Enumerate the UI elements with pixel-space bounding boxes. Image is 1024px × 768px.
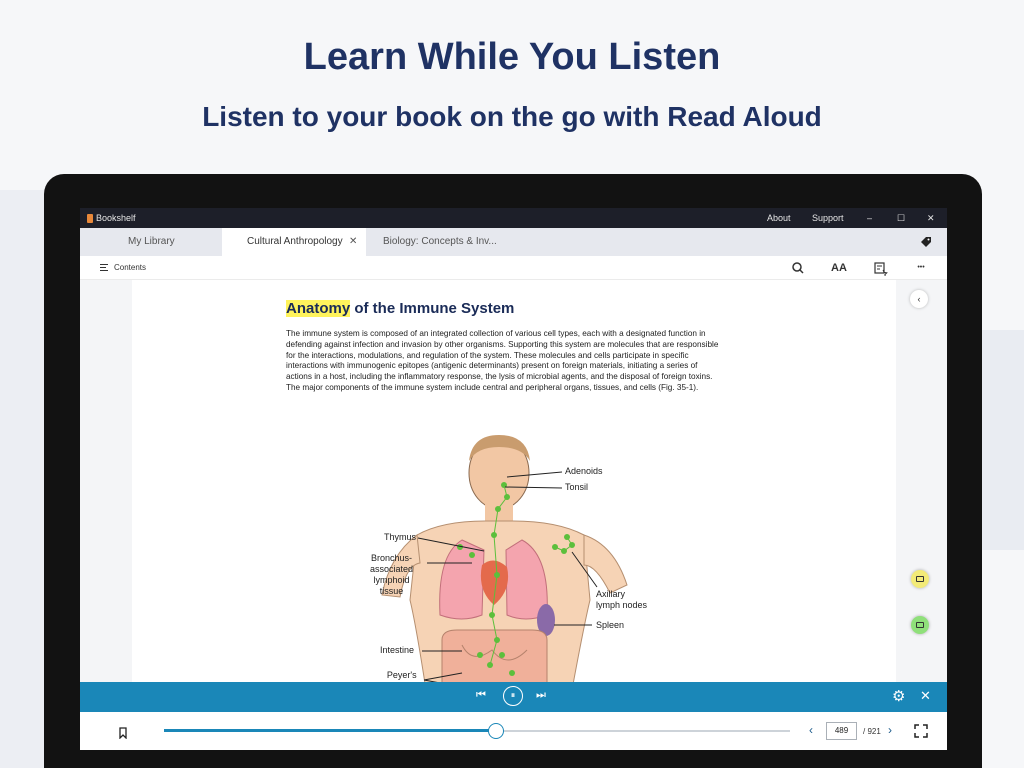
figure-label: Adenoids: [565, 466, 603, 476]
total-pages: / 921: [863, 727, 881, 736]
title-bar: Bookshelf About Support – ☐ ✕: [80, 208, 947, 228]
bookmark-icon[interactable]: [118, 727, 128, 739]
highlighted-text[interactable]: Anatomy: [286, 300, 351, 317]
about-link[interactable]: About: [767, 213, 791, 223]
contents-button[interactable]: Contents: [100, 263, 146, 272]
maximize-button[interactable]: ☐: [897, 213, 905, 224]
tag-icon[interactable]: [920, 236, 932, 248]
fullscreen-icon[interactable]: [914, 724, 928, 738]
left-margin: [80, 280, 132, 682]
search-icon[interactable]: [790, 260, 806, 276]
figure-label: Bronchus- associated lymphoid tissue: [370, 553, 414, 596]
minimize-button[interactable]: –: [867, 213, 872, 223]
tab-label: Biology: Concepts & Inv...: [383, 236, 497, 247]
support-link[interactable]: Support: [812, 213, 844, 223]
next-icon[interactable]: ⏭: [536, 689, 546, 702]
bookshelf-logo-icon: [87, 213, 93, 223]
figure-label: Axillary lymph nodes: [596, 589, 648, 610]
figure-label: Spleen: [596, 620, 625, 630]
figure-label: Thymus: [384, 532, 417, 542]
next-page-button[interactable]: ›: [888, 723, 892, 737]
immune-system-figure: Adenoids Tonsil Thymus Bronchus- associa…: [322, 425, 662, 682]
promo-headline: Learn While You Listen: [303, 36, 721, 78]
page-number-input[interactable]: 489: [826, 722, 857, 740]
note-icon: [916, 622, 924, 628]
reader-toolbar: Contents AA •••: [80, 256, 947, 280]
previous-icon[interactable]: ⏮: [476, 689, 486, 702]
more-icon[interactable]: •••: [913, 260, 929, 276]
note-yellow-button[interactable]: [911, 570, 929, 588]
tab-label: My Library: [128, 236, 175, 247]
figure-label: Intestine: [380, 645, 415, 655]
app-name: Bookshelf: [96, 213, 136, 223]
note-green-button[interactable]: [911, 616, 929, 634]
pause-icon[interactable]: ⏸: [503, 686, 523, 706]
tab-cultural-anthropology[interactable]: Cultural Anthropology ✕: [222, 228, 366, 256]
gear-icon[interactable]: ⚙: [892, 687, 905, 705]
tab-biology[interactable]: Biology: Concepts & Inv...: [383, 228, 533, 256]
tab-close-icon[interactable]: ✕: [349, 228, 357, 256]
tab-my-library[interactable]: My Library: [128, 228, 228, 256]
read-aloud-player: ⏮ ⏸ ⏭ ⚙ ✕: [80, 682, 947, 712]
figure-label: Peyer's patches: [386, 670, 418, 682]
app-window: Bookshelf About Support – ☐ ✕ My Library…: [80, 208, 947, 750]
close-player-icon[interactable]: ✕: [920, 688, 931, 704]
tab-label: Cultural Anthropology: [247, 236, 343, 247]
progress-handle[interactable]: [487, 723, 504, 739]
book-page: Anatomy of the Immune System The immune …: [132, 280, 896, 682]
menu-icon: [100, 264, 108, 271]
progress-fill: [164, 729, 496, 732]
close-window-button[interactable]: ✕: [927, 213, 935, 224]
previous-page-button[interactable]: ‹: [809, 723, 813, 737]
text-size-icon[interactable]: AA: [831, 260, 847, 276]
page-body-text: The immune system is composed of an inte…: [286, 329, 719, 392]
bookmark-list-icon[interactable]: [872, 260, 888, 276]
page-title: Anatomy of the Immune System: [286, 300, 515, 317]
note-icon: [916, 576, 924, 582]
app-title: Bookshelf: [87, 213, 136, 223]
tab-bar: My Library Cultural Anthropology ✕ Biolo…: [80, 228, 947, 256]
collapse-panel-button[interactable]: ‹: [910, 290, 928, 308]
promo-subline: Listen to your book on the go with Read …: [202, 101, 822, 132]
figure-label: Tonsil: [565, 482, 589, 492]
contents-label: Contents: [114, 263, 147, 272]
